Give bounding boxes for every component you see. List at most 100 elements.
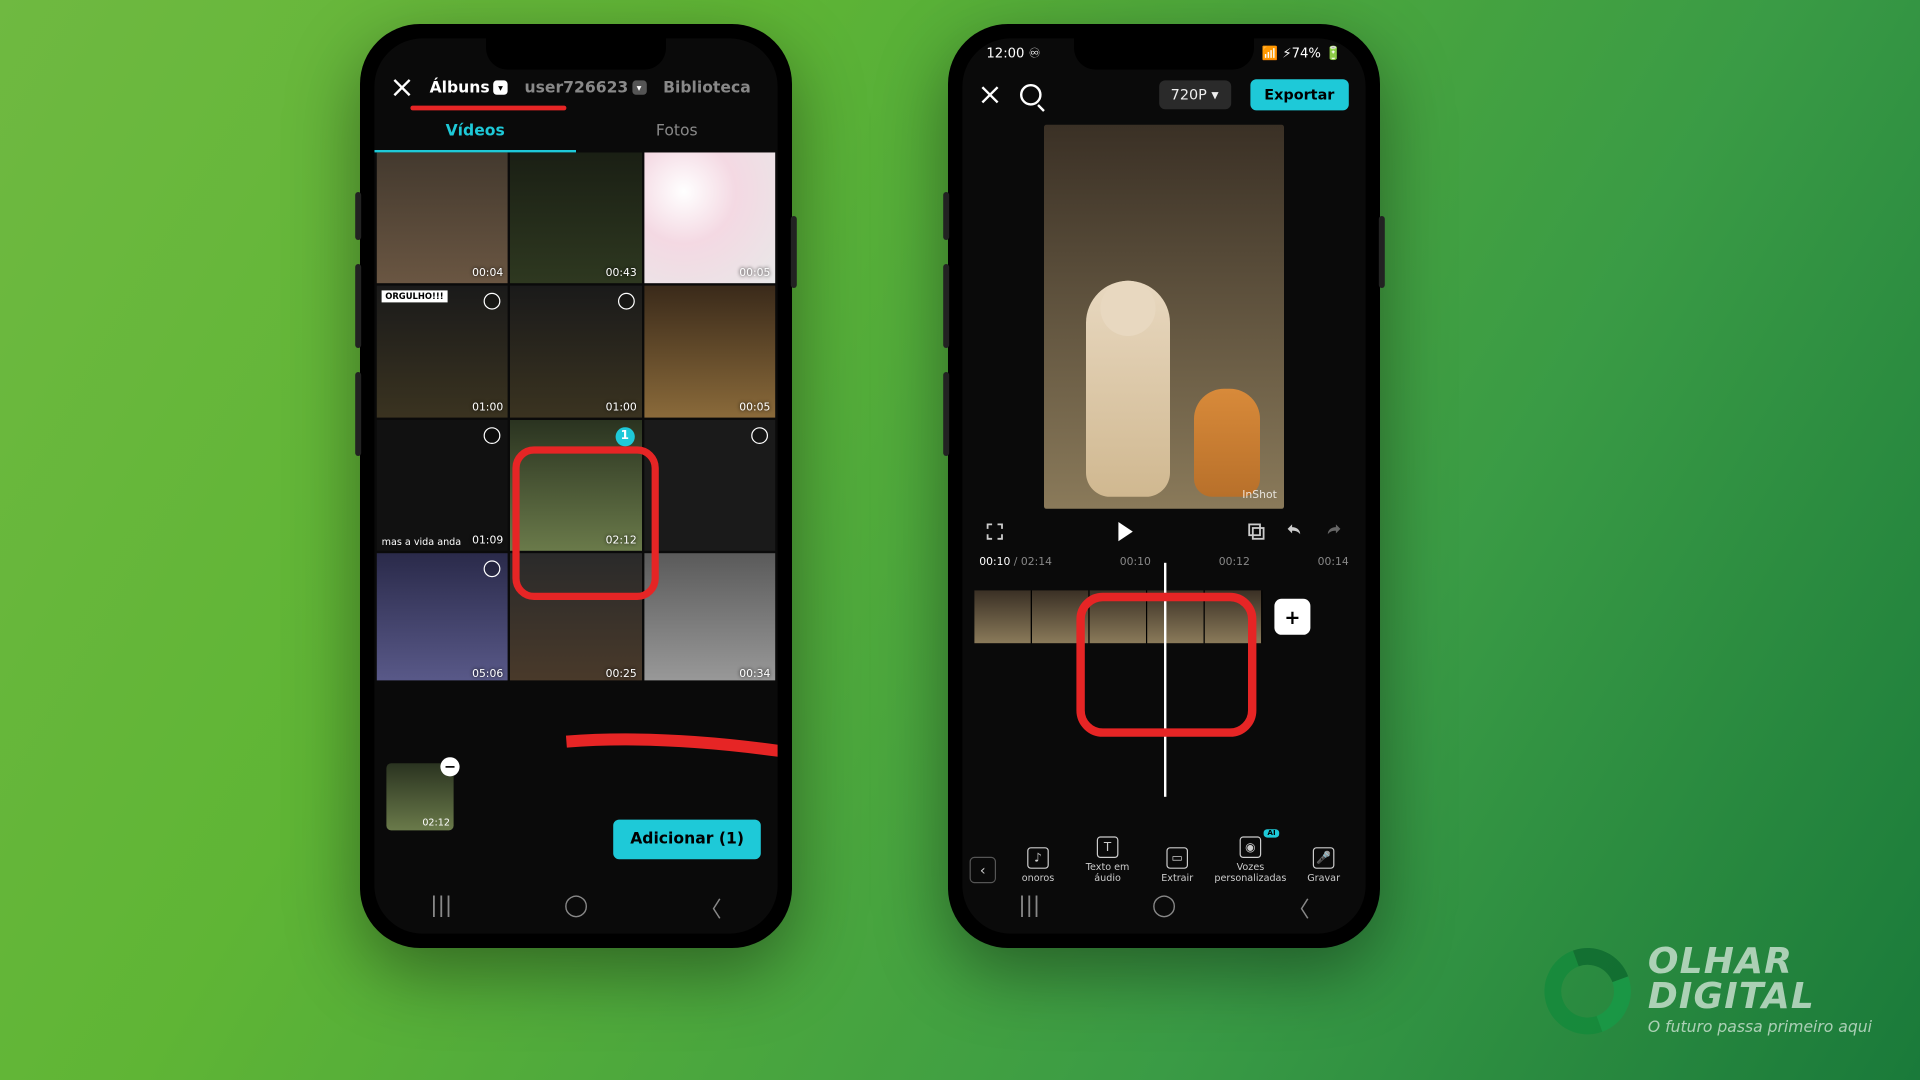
media-grid: 00:04 00:43 00:05 ORGULHO!!!01:00 01:00 … <box>374 152 777 680</box>
phone-vol-down <box>355 372 361 456</box>
select-circle-icon[interactable] <box>484 427 501 444</box>
select-circle-icon[interactable] <box>484 560 501 577</box>
duration-label: 00:34 <box>739 669 770 681</box>
undo-icon[interactable] <box>1284 521 1306 543</box>
duration-label: 00:05 <box>739 268 770 280</box>
add-clip-button[interactable]: + <box>1274 599 1310 635</box>
tab-user-label: user726623 <box>524 79 628 97</box>
current-time: 00:10 <box>979 557 1010 569</box>
fullscreen-icon[interactable] <box>984 521 1006 543</box>
playhead[interactable] <box>1164 563 1166 797</box>
nav-back-icon[interactable]: 〈 <box>1288 893 1310 924</box>
export-button[interactable]: Exportar <box>1250 79 1349 110</box>
preview-subject <box>1086 281 1170 497</box>
media-cell[interactable]: 00:43 <box>510 152 641 283</box>
subtab-videos[interactable]: Vídeos <box>374 113 576 153</box>
tab-user[interactable]: user726623 ▾ <box>524 79 646 97</box>
timeline-frame[interactable] <box>1090 590 1148 643</box>
media-cell[interactable]: 00:34 <box>644 553 775 680</box>
total-time: 02:14 <box>1021 557 1052 569</box>
media-cell[interactable]: mas a vida anda01:09 <box>377 420 508 551</box>
timeline-frame[interactable] <box>974 590 1032 643</box>
redo-icon[interactable] <box>1322 521 1344 543</box>
timeline-frame[interactable] <box>1032 590 1090 643</box>
phone-notch <box>1074 38 1254 69</box>
media-cell[interactable]: 01:00 <box>510 286 641 417</box>
duration-label: 01:00 <box>472 402 503 414</box>
cell-label: ORGULHO!!! <box>382 291 448 303</box>
select-circle-icon[interactable] <box>751 427 768 444</box>
phone-vol-down <box>943 372 949 456</box>
media-cell-selected[interactable]: 102:12 <box>510 420 641 551</box>
tool-record[interactable]: 🎤 Gravar <box>1289 847 1359 883</box>
media-cell[interactable]: 00:25 <box>510 553 641 680</box>
olhar-digital-watermark: OLHARDIGITAL O futuro passa primeiro aqu… <box>1545 946 1872 1037</box>
tab-albums[interactable]: Álbuns ▾ <box>430 79 508 97</box>
media-cell[interactable]: 00:05 <box>644 286 775 417</box>
duration-label: 02:12 <box>606 535 637 547</box>
preview-subject <box>1194 389 1260 497</box>
tools-back-button[interactable]: ‹ <box>970 857 996 883</box>
tool-sounds[interactable]: ♪ onoros <box>1003 847 1073 883</box>
video-preview[interactable]: InShot <box>1044 125 1284 509</box>
phone-power-button <box>1379 216 1385 288</box>
folder-icon: ▭ <box>1166 847 1188 869</box>
tool-extract[interactable]: ▭Extrair <box>1142 847 1212 883</box>
timeline[interactable]: + <box>962 581 1365 653</box>
timeline-frame[interactable] <box>1205 590 1263 643</box>
search-icon[interactable] <box>1020 84 1042 106</box>
nav-recents-icon[interactable]: ||| <box>1018 893 1040 924</box>
mic-icon: 🎤 <box>1313 847 1335 869</box>
remove-icon[interactable]: − <box>440 757 459 776</box>
android-navbar: ||| ◯ 〈 <box>962 893 1365 924</box>
close-icon[interactable] <box>979 84 1001 106</box>
media-cell[interactable] <box>644 420 775 551</box>
media-cell[interactable]: 05:06 <box>377 553 508 680</box>
nav-back-icon[interactable]: 〈 <box>700 893 722 924</box>
tab-library[interactable]: Biblioteca <box>663 79 751 97</box>
duration-label: 00:43 <box>606 268 637 280</box>
tab-library-label: Biblioteca <box>663 79 751 97</box>
timeline-frame[interactable] <box>1147 590 1205 643</box>
phone-gallery: Álbuns ▾ user726623 ▾ Biblioteca Vídeos … <box>360 24 792 948</box>
duration-label: 02:12 <box>422 817 450 828</box>
status-battery: 📶 ⚡74% 🔋 <box>1262 46 1342 62</box>
select-circle-icon[interactable] <box>484 293 501 310</box>
nav-recents-icon[interactable]: ||| <box>430 893 452 924</box>
close-icon[interactable] <box>391 77 413 99</box>
android-navbar: ||| ◯ 〈 <box>374 893 777 924</box>
tool-text-audio[interactable]: TTexto em áudio <box>1073 836 1143 883</box>
player-controls <box>962 509 1365 555</box>
media-cell[interactable]: 00:04 <box>377 152 508 283</box>
status-time: 12:00 ♾ <box>986 46 1040 62</box>
chevron-down-icon: ▾ <box>632 80 646 94</box>
tool-label: Vozes personalizadas <box>1214 862 1286 884</box>
media-subtabs: Vídeos Fotos <box>374 113 777 153</box>
selection-tray: − 02:12 <box>386 763 453 830</box>
annotation-underline <box>410 106 566 111</box>
timeline-clips[interactable] <box>974 590 1262 643</box>
tool-strip: ‹ ♪ onoros TTexto em áudio ▭Extrair ◉Voze… <box>962 836 1365 883</box>
play-icon[interactable] <box>1118 522 1132 541</box>
phone-mute-switch <box>355 192 361 240</box>
tool-label: onoros <box>1022 872 1054 883</box>
phone-vol-up <box>943 264 949 348</box>
tool-custom-voices[interactable]: ◉Vozes personalizadas <box>1212 836 1289 883</box>
subtab-photos[interactable]: Fotos <box>576 113 778 153</box>
copy-icon[interactable] <box>1246 521 1268 543</box>
select-circle-icon[interactable] <box>618 293 635 310</box>
nav-home-icon[interactable]: ◯ <box>1152 893 1176 924</box>
ruler-tick: 00:14 <box>1318 557 1349 569</box>
add-button[interactable]: Adicionar (1) <box>613 820 760 860</box>
duration-label: 00:04 <box>472 268 503 280</box>
media-cell[interactable]: ORGULHO!!! 01:00 <box>377 286 508 417</box>
tool-label: Gravar <box>1307 872 1340 883</box>
tab-albums-label: Álbuns <box>430 79 490 97</box>
music-icon: ♪ <box>1027 847 1049 869</box>
ruler-tick: 00:12 <box>1219 557 1250 569</box>
tray-thumb[interactable]: − 02:12 <box>386 763 453 830</box>
nav-home-icon[interactable]: ◯ <box>564 893 588 924</box>
duration-label: 05:06 <box>472 669 503 681</box>
media-cell[interactable]: 00:05 <box>644 152 775 283</box>
resolution-dropdown[interactable]: 720P ▾ <box>1159 80 1231 109</box>
